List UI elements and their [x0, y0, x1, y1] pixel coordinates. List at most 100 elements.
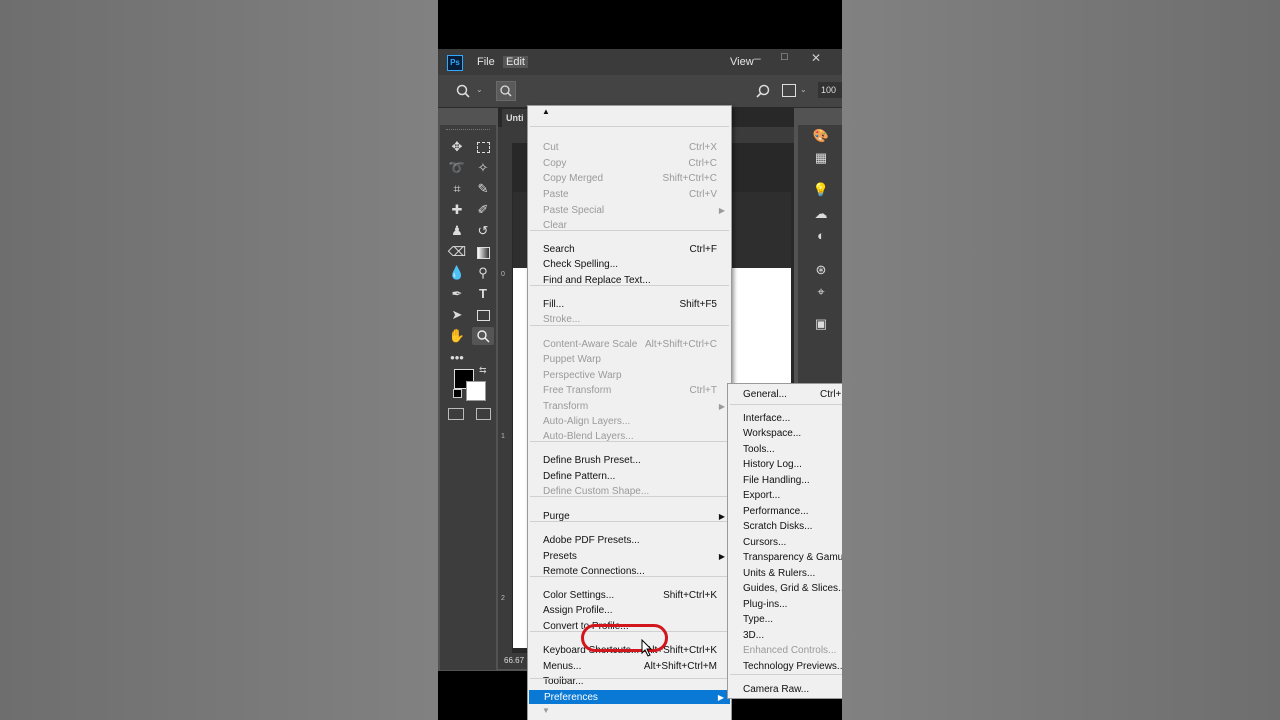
- edit-menu-item[interactable]: Fill... Shift+F5: [528, 297, 731, 312]
- close-button[interactable]: ✕: [811, 51, 821, 65]
- preferences-item[interactable]: Plug-ins...: [728, 597, 842, 612]
- color-panel-icon[interactable]: 🎨: [812, 127, 830, 145]
- edit-menu-item[interactable]: Presets ▶: [528, 549, 731, 564]
- learn-bulb-icon[interactable]: 💡: [812, 181, 830, 199]
- zoom-tool-icon[interactable]: [456, 84, 470, 98]
- edit-menu-item[interactable]: Free Transform Ctrl+T: [528, 383, 731, 398]
- swap-colors-icon[interactable]: ⇆: [479, 365, 487, 376]
- workspace-chevron-icon[interactable]: ⌄: [800, 85, 807, 94]
- preferences-item-label: Tools...: [743, 444, 775, 455]
- gradient-tool-icon[interactable]: [472, 243, 494, 261]
- rectangle-tool-icon[interactable]: [472, 306, 494, 324]
- preferences-item-label: Technology Previews...: [743, 661, 842, 672]
- preferences-item[interactable]: Tools...: [728, 442, 842, 457]
- menu-file[interactable]: File: [477, 56, 495, 68]
- swatches-grid-icon[interactable]: ▦: [812, 149, 830, 167]
- zoom-status: 66.67: [504, 656, 525, 665]
- edit-menu-item[interactable]: Cut Ctrl+X: [528, 140, 731, 155]
- healing-brush-icon[interactable]: ✚: [446, 201, 468, 219]
- preferences-item[interactable]: 3D...: [728, 628, 842, 643]
- edit-menu-item[interactable]: Menus... Alt+Shift+Ctrl+M: [528, 659, 731, 674]
- edit-menu-item[interactable]: Assign Profile...: [528, 603, 731, 618]
- edit-menu-item[interactable]: Perspective Warp: [528, 368, 731, 383]
- dodge-tool-icon[interactable]: ⚲: [472, 264, 494, 282]
- preferences-item[interactable]: Scratch Disks...: [728, 519, 842, 534]
- edit-menu-item[interactable]: Auto-Align Layers...: [528, 414, 731, 429]
- edit-menu-item[interactable]: Copy Ctrl+C: [528, 156, 731, 171]
- menu-edit[interactable]: Edit: [503, 56, 528, 68]
- edit-menu-item[interactable]: Puppet Warp: [528, 352, 731, 367]
- channels-icon[interactable]: ⊛: [812, 261, 830, 279]
- menu-item-shortcut: Shift+Ctrl+K: [663, 590, 717, 601]
- edit-menu-item[interactable]: Copy Merged Shift+Ctrl+C: [528, 171, 731, 186]
- red-annotation-oval: [581, 624, 668, 652]
- minimize-button[interactable]: –: [754, 51, 761, 65]
- zoom-field[interactable]: 100: [818, 82, 842, 98]
- preferences-item[interactable]: General... Ctrl+: [728, 387, 842, 402]
- edit-menu-item[interactable]: Paste Ctrl+V: [528, 187, 731, 202]
- edit-menu-item[interactable]: Check Spelling...: [528, 257, 731, 272]
- libraries-icon[interactable]: ☁: [812, 205, 830, 223]
- edit-menu-item[interactable]: Content-Aware Scale Alt+Shift+Ctrl+C: [528, 337, 731, 352]
- eyedropper-icon[interactable]: ✎: [472, 180, 494, 198]
- paths-icon[interactable]: ⌖: [812, 283, 830, 301]
- preferences-item[interactable]: Guides, Grid & Slices...: [728, 581, 842, 596]
- blur-tool-icon[interactable]: 💧: [446, 264, 468, 282]
- lasso-tool-icon[interactable]: ➰: [446, 159, 468, 177]
- preferences-item[interactable]: Interface...: [728, 411, 842, 426]
- layers-panel-icon[interactable]: ▣: [812, 315, 830, 333]
- preferences-item[interactable]: Transparency & Gamut: [728, 550, 842, 565]
- edit-menu-item[interactable]: Color Settings... Shift+Ctrl+K: [528, 588, 731, 603]
- preferences-item[interactable]: Camera Raw...: [728, 682, 842, 697]
- hand-tool-icon[interactable]: ✋: [446, 327, 468, 345]
- type-tool-icon[interactable]: T: [472, 285, 494, 303]
- quick-mask-icon[interactable]: [448, 408, 464, 420]
- edit-menu-item[interactable]: Define Brush Preset...: [528, 453, 731, 468]
- edit-menu-item[interactable]: Preferences ▶: [529, 690, 730, 704]
- chevron-down-icon[interactable]: ⌄: [476, 85, 483, 94]
- zoom-tool-selected-icon[interactable]: [472, 327, 494, 345]
- zoom-in-button[interactable]: [496, 81, 516, 101]
- more-tools-icon[interactable]: •••: [446, 349, 468, 367]
- magic-wand-icon[interactable]: ✧: [472, 159, 494, 177]
- menu-scroll-down-icon[interactable]: ▼: [542, 706, 550, 715]
- search-icon[interactable]: [756, 84, 770, 98]
- edit-menu-item[interactable]: Adobe PDF Presets...: [528, 533, 731, 548]
- preferences-item[interactable]: Units & Rulers...: [728, 566, 842, 581]
- default-colors-icon[interactable]: [453, 389, 462, 398]
- eraser-icon[interactable]: ⌫: [446, 243, 468, 261]
- background-color-swatch[interactable]: [466, 381, 486, 401]
- edit-menu-item[interactable]: Paste Special ▶: [528, 203, 731, 218]
- brush-tool-icon[interactable]: ✐: [472, 201, 494, 219]
- menu-item-label: Copy Merged: [543, 173, 604, 184]
- menu-item-label: Color Settings...: [543, 590, 615, 601]
- crop-tool-icon[interactable]: ⌗: [446, 180, 468, 198]
- path-selection-icon[interactable]: ➤: [446, 306, 468, 324]
- adjustments-icon[interactable]: ◐: [812, 227, 830, 245]
- pen-tool-icon[interactable]: ✒: [446, 285, 468, 303]
- preferences-item[interactable]: Export...: [728, 488, 842, 503]
- maximize-button[interactable]: □: [781, 51, 788, 63]
- clone-stamp-icon[interactable]: ♟: [446, 222, 468, 240]
- preferences-item[interactable]: Technology Previews...: [728, 659, 842, 674]
- preferences-item[interactable]: Type...: [728, 612, 842, 627]
- preferences-item[interactable]: Workspace...: [728, 426, 842, 441]
- preferences-item[interactable]: Performance...: [728, 504, 842, 519]
- marquee-tool-icon[interactable]: [472, 138, 494, 156]
- menu-item-label: Cut: [543, 142, 559, 153]
- preferences-item[interactable]: History Log...: [728, 457, 842, 472]
- edit-menu-item[interactable]: Transform ▶: [528, 399, 731, 414]
- preferences-item[interactable]: Enhanced Controls...: [728, 643, 842, 658]
- history-brush-icon[interactable]: ↺: [472, 222, 494, 240]
- menu-scroll-up-icon[interactable]: ▲: [542, 107, 550, 116]
- workspace-icon[interactable]: [782, 84, 796, 97]
- menu-view[interactable]: View: [730, 56, 754, 68]
- edit-menu-item[interactable]: Search Ctrl+F: [528, 242, 731, 257]
- preferences-item[interactable]: File Handling...: [728, 473, 842, 488]
- edit-menu-item[interactable]: Define Pattern...: [528, 469, 731, 484]
- edit-menu-item[interactable]: Toolbar...: [528, 674, 731, 689]
- move-tool-icon[interactable]: ✥: [446, 138, 468, 156]
- menu-separator: [530, 496, 729, 497]
- screen-mode-icon[interactable]: [476, 408, 491, 420]
- preferences-item[interactable]: Cursors...: [728, 535, 842, 550]
